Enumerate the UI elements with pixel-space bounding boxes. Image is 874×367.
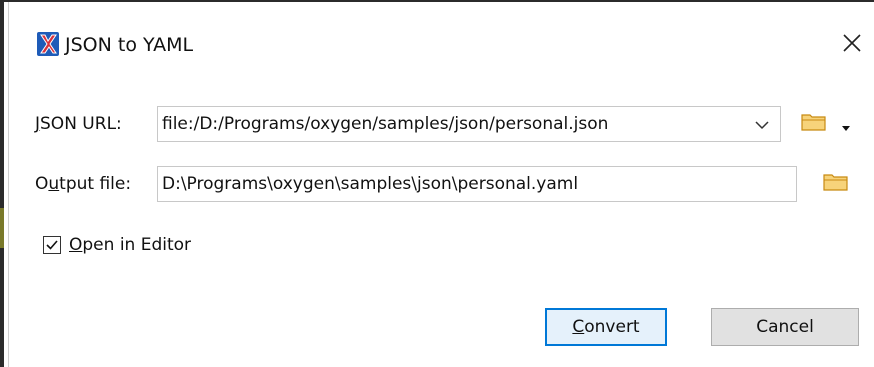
json-url-browse-button[interactable] [799,110,829,138]
screen: JSON to YAML JSON URL: file:/D:/Programs… [0,0,874,367]
json-url-label: JSON URL: [35,114,122,134]
output-file-browse-button[interactable] [821,170,851,198]
background-window-edge [0,0,4,367]
folder-icon [801,112,827,136]
json-to-yaml-dialog: JSON to YAML JSON URL: file:/D:/Programs… [8,2,874,367]
oxygen-x-icon [37,32,59,56]
json-url-combobox[interactable]: file:/D:/Programs/oxygen/samples/json/pe… [157,106,781,142]
convert-button-label: Convert [572,317,640,337]
dialog-title: JSON to YAML [65,34,194,56]
title-bar[interactable]: JSON to YAML [9,2,874,86]
convert-button[interactable]: Convert [545,308,667,346]
close-icon [843,34,861,56]
folder-icon [823,172,849,196]
output-file-label: Output file: [35,174,132,194]
output-file-field[interactable]: D:\Programs\oxygen\samples\json\personal… [157,166,797,202]
close-button[interactable] [835,28,869,62]
open-in-editor-checkbox[interactable] [43,236,61,254]
chevron-down-icon[interactable] [754,117,770,133]
cancel-button-label: Cancel [756,317,814,337]
json-url-value[interactable]: file:/D:/Programs/oxygen/samples/json/pe… [162,113,608,135]
cancel-button[interactable]: Cancel [711,308,859,346]
caret-down-icon[interactable] [841,118,851,131]
open-in-editor-label[interactable]: Open in Editor [69,234,191,256]
output-file-value[interactable]: D:\Programs\oxygen\samples\json\personal… [162,173,578,195]
